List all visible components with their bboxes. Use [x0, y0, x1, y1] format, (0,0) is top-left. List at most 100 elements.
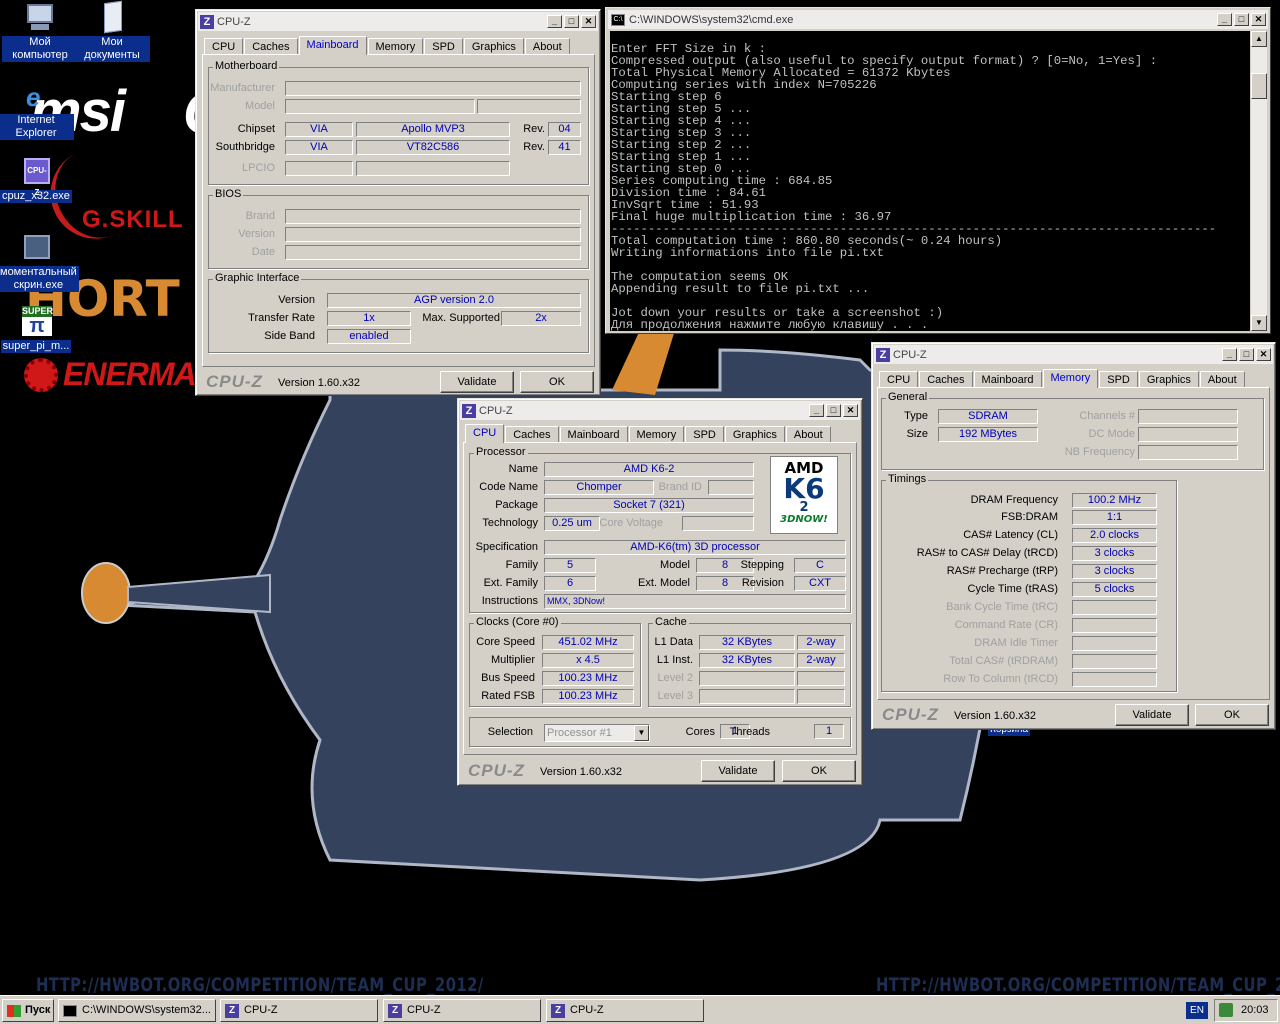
cpuz-titlebar[interactable]: Z CPU-Z _ □ ✕ — [874, 345, 1273, 364]
tab-mainboard[interactable]: Mainboard — [559, 426, 628, 443]
tab-caches[interactable]: Caches — [919, 371, 973, 388]
tab-about[interactable]: About — [524, 38, 570, 55]
tab-caches[interactable]: Caches — [244, 38, 298, 55]
tab-about[interactable]: About — [1199, 371, 1245, 388]
tab-about[interactable]: About — [785, 426, 831, 443]
clocks-group: Clocks (Core #0) Core Speed 451.02 MHz M… — [469, 616, 641, 707]
taskbar-item-cpuz[interactable]: Z CPU-Z — [220, 999, 378, 1022]
taskbar-item-cpuz[interactable]: Z CPU-Z — [383, 999, 541, 1022]
tab-spd[interactable]: SPD — [424, 38, 463, 55]
minimize-button[interactable]: _ — [1217, 13, 1232, 26]
minimize-button[interactable]: _ — [809, 404, 824, 417]
validate-button[interactable]: Validate — [440, 371, 514, 393]
close-button[interactable]: ✕ — [1251, 13, 1266, 26]
bios-date-field — [285, 245, 581, 260]
language-indicator[interactable]: EN — [1186, 1002, 1208, 1019]
cmd-titlebar[interactable]: C:\ C:\WINDOWS\system32\cmd.exe _ □ ✕ — [608, 10, 1268, 29]
tab-cpu[interactable]: CPU — [879, 371, 919, 388]
tab-graphics[interactable]: Graphics — [1138, 371, 1199, 388]
close-button[interactable]: ✕ — [843, 404, 858, 417]
start-button[interactable]: Пуск — [2, 999, 54, 1022]
clock[interactable]: 20:03 — [1241, 1004, 1269, 1016]
nb-frequency-field — [1138, 445, 1238, 460]
hwbot-url-right: HTTP://HWBOT.ORG/COMPETITION/TEAM_CUP_20… — [876, 974, 1280, 995]
minimize-button[interactable]: _ — [547, 15, 562, 28]
console-icon: C:\ — [611, 13, 625, 26]
cpuz-z-icon: Z — [200, 14, 214, 29]
nb-frequency-label: NB Frequency — [1064, 446, 1135, 458]
tab-graphics[interactable]: Graphics — [724, 426, 785, 443]
maximize-button[interactable]: □ — [564, 15, 579, 28]
motherboard-group: Motherboard Manufacturer Model Chipset V… — [208, 60, 589, 185]
taskbar-item-cmd[interactable]: C:\WINDOWS\system32... — [58, 999, 216, 1022]
tab-cpu[interactable]: CPU — [465, 424, 505, 443]
scroll-up-icon[interactable]: ▲ — [1251, 31, 1267, 47]
tras: 5 clocks — [1072, 582, 1157, 597]
tab-memory[interactable]: Memory — [367, 38, 424, 55]
tab-memory[interactable]: Memory — [1042, 369, 1099, 388]
minimize-button[interactable]: _ — [1222, 348, 1237, 361]
desktop-icon-screenshot[interactable]: моментальный скрин.exe — [0, 232, 79, 292]
console-line: Для продолжения нажмите любую клавишу . … — [611, 318, 929, 331]
validate-button[interactable]: Validate — [701, 760, 775, 782]
cpuz-window-memory[interactable]: Z CPU-Z _ □ ✕ CPU Caches Mainboard Memor… — [871, 342, 1276, 730]
tab-memory[interactable]: Memory — [628, 426, 685, 443]
lpcio-vendor — [285, 161, 353, 176]
selection-label: Selection — [487, 726, 533, 738]
cpuz-titlebar[interactable]: Z CPU-Z _ □ ✕ — [460, 401, 860, 420]
processor-select[interactable]: Processor #1 ▼ — [544, 724, 650, 742]
desktop-icon-my-documents[interactable]: Мои документы — [74, 0, 150, 62]
desktop-icon-superpi[interactable]: SUPER π super_pi_m... — [0, 306, 74, 353]
scroll-thumb[interactable] — [1251, 73, 1267, 99]
maximize-button[interactable]: □ — [1234, 13, 1249, 26]
tab-strip: CPU Caches Mainboard Memory SPD Graphics… — [465, 424, 832, 443]
maximize-button[interactable]: □ — [826, 404, 841, 417]
tab-caches[interactable]: Caches — [505, 426, 559, 443]
console-output[interactable]: Enter FFT Size in k : Compressed output (… — [610, 31, 1250, 331]
ok-button[interactable]: OK — [782, 760, 856, 782]
chevron-down-icon[interactable]: ▼ — [634, 725, 649, 741]
cpuz-logo: CPU-Z — [468, 761, 525, 780]
chipset-label: Chipset — [237, 123, 275, 135]
tab-mainboard[interactable]: Mainboard — [973, 371, 1042, 388]
specification-label: Specification — [475, 541, 538, 553]
ok-button[interactable]: OK — [1195, 704, 1269, 726]
gi-version-label: Version — [278, 294, 315, 306]
close-button[interactable]: ✕ — [581, 15, 596, 28]
windows-logo-icon — [7, 1004, 21, 1017]
safely-remove-hardware-icon[interactable] — [1219, 1003, 1233, 1017]
transfer-rate-label: Transfer Rate — [248, 312, 315, 324]
cpuz-window-cpu[interactable]: Z CPU-Z _ □ ✕ CPU Caches Mainboard Memor… — [457, 398, 863, 786]
tab-spd[interactable]: SPD — [685, 426, 724, 443]
southbridge-label: Southbridge — [215, 141, 275, 153]
tab-graphics[interactable]: Graphics — [463, 38, 524, 55]
scroll-down-icon[interactable]: ▼ — [1251, 315, 1267, 331]
desktop-icon-cpuz[interactable]: CPU-Z cpuz_x32.exe — [0, 156, 74, 203]
row-to-column-field — [1072, 672, 1157, 687]
row-to-column-label: Row To Column (tRCD) — [943, 673, 1058, 685]
desktop-icon-my-computer[interactable]: Мой компьютер — [2, 2, 78, 62]
cmd-window[interactable]: C:\ C:\WINDOWS\system32\cmd.exe _ □ ✕ En… — [605, 7, 1271, 334]
console-scrollbar[interactable]: ▲ ▼ — [1251, 31, 1267, 331]
validate-button[interactable]: Validate — [1115, 704, 1189, 726]
desktop-icon-ie[interactable]: e Internet Explorer — [0, 80, 74, 140]
cpuz-titlebar[interactable]: Z CPU-Z _ □ ✕ — [198, 12, 598, 31]
tab-mainboard[interactable]: Mainboard — [298, 36, 367, 55]
version-label: Version 1.60.x32 — [540, 766, 622, 778]
ok-button[interactable]: OK — [520, 371, 594, 393]
tab-spd[interactable]: SPD — [1099, 371, 1138, 388]
southbridge-rev-label: Rev. — [523, 141, 545, 153]
taskbar-item-cpuz[interactable]: Z CPU-Z — [546, 999, 704, 1022]
close-button[interactable]: ✕ — [1256, 348, 1271, 361]
window-title: CPU-Z — [217, 15, 251, 28]
model-rev-field — [477, 99, 581, 114]
desktop-icon-label: Мой компьютер — [2, 36, 78, 62]
amd-k6-2-logo: AMD K6 2 3DNOW! — [770, 456, 838, 534]
maximize-button[interactable]: □ — [1239, 348, 1254, 361]
cpuz-window-mainboard[interactable]: Z CPU-Z _ □ ✕ CPU Caches Mainboard Memor… — [195, 9, 601, 396]
tab-cpu[interactable]: CPU — [204, 38, 244, 55]
cpuz-logo: CPU-Z — [206, 372, 263, 391]
name-label: Name — [508, 463, 538, 475]
channels-field — [1138, 409, 1238, 424]
threads: 1 — [814, 724, 844, 739]
